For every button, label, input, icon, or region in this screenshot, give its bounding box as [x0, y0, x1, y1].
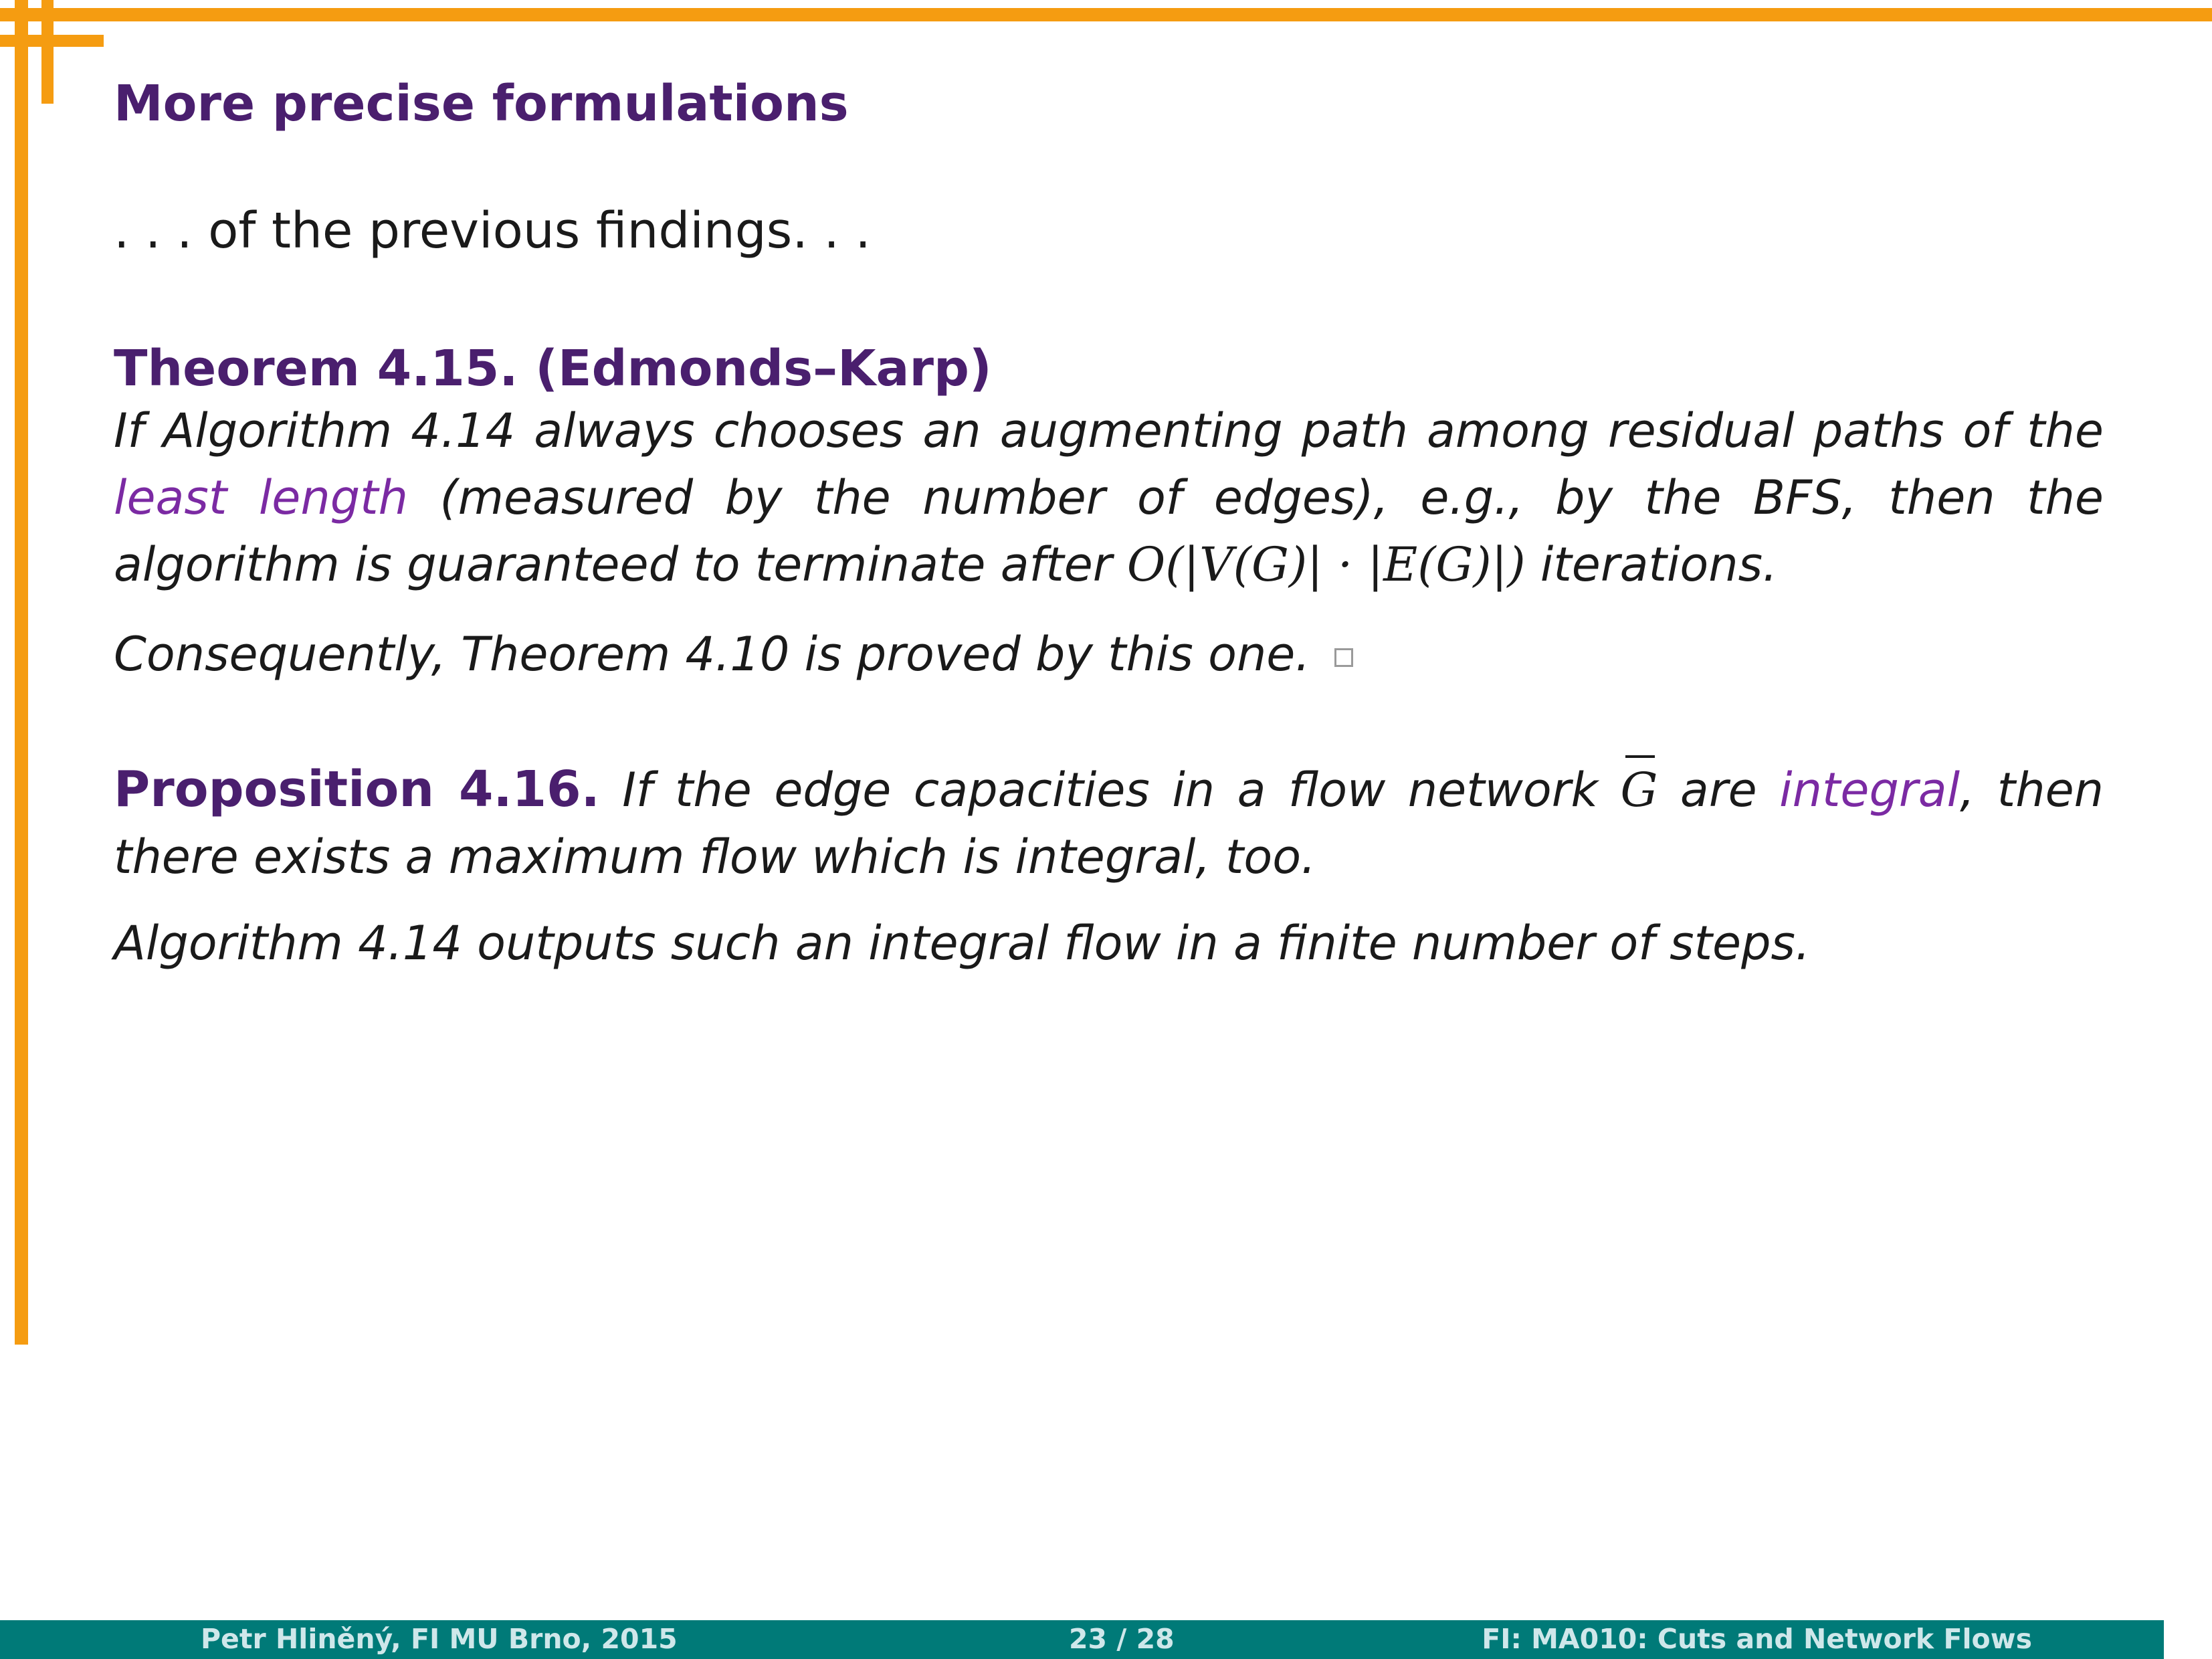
footer-page-number: 23 / 28 [1069, 1623, 1175, 1655]
algorithm-note: Algorithm 4.14 outputs such an integral … [114, 916, 1811, 971]
proposition-head: Proposition 4.16. [114, 761, 600, 818]
consequence-text: Consequently, Theorem 4.10 is proved by … [114, 627, 1310, 682]
qed-square-icon [1334, 648, 1353, 667]
theorem-text-1: If Algorithm 4.14 always chooses an augm… [114, 403, 2104, 458]
theorem-text-2: (measured by the number of edges), e.g.,… [114, 470, 2104, 592]
intro-text: . . . of the previous findings. . . [114, 202, 871, 260]
consequence-statement: Consequently, Theorem 4.10 is proved by … [114, 621, 2104, 688]
proposition-block: Proposition 4.16. If the edge capacities… [114, 755, 2104, 890]
proposition-symbol: G [1621, 755, 1657, 823]
footer-author: Petr Hliněný, FI MU Brno, 2015 [201, 1623, 678, 1655]
theorem-text-3: iterations. [1525, 537, 1778, 592]
proposition-highlight: integral [1779, 763, 1960, 817]
frame-line-left [15, 0, 28, 1345]
algorithm-note-block: Algorithm 4.14 outputs such an integral … [114, 910, 2104, 977]
theorem-statement: If Algorithm 4.14 always chooses an augm… [114, 397, 2104, 598]
theorem-head: Theorem 4.15. (Edmonds–Karp) [114, 340, 992, 397]
theorem-block: Theorem 4.15. (Edmonds–Karp) If Algorith… [114, 340, 2104, 598]
proposition-statement: Proposition 4.16. If the edge capacities… [114, 755, 2104, 890]
frame-line-top [0, 8, 2212, 21]
footer-bar: Petr Hliněný, FI MU Brno, 2015 23 / 28 F… [0, 1620, 2164, 1659]
slide-title: More precise formulations [114, 75, 849, 132]
theorem-highlight: least length [114, 470, 408, 525]
proposition-text-1: If the edge capacities in a flow network [599, 763, 1621, 817]
consequence-block: Consequently, Theorem 4.10 is proved by … [114, 621, 2104, 688]
footer-course: FI: MA010: Cuts and Network Flows [1482, 1623, 2032, 1655]
theorem-formula: O(|V(G)| · |E(G)|) [1126, 537, 1526, 592]
frame-line-left-short [41, 0, 54, 104]
proposition-text-2: are [1657, 763, 1780, 817]
